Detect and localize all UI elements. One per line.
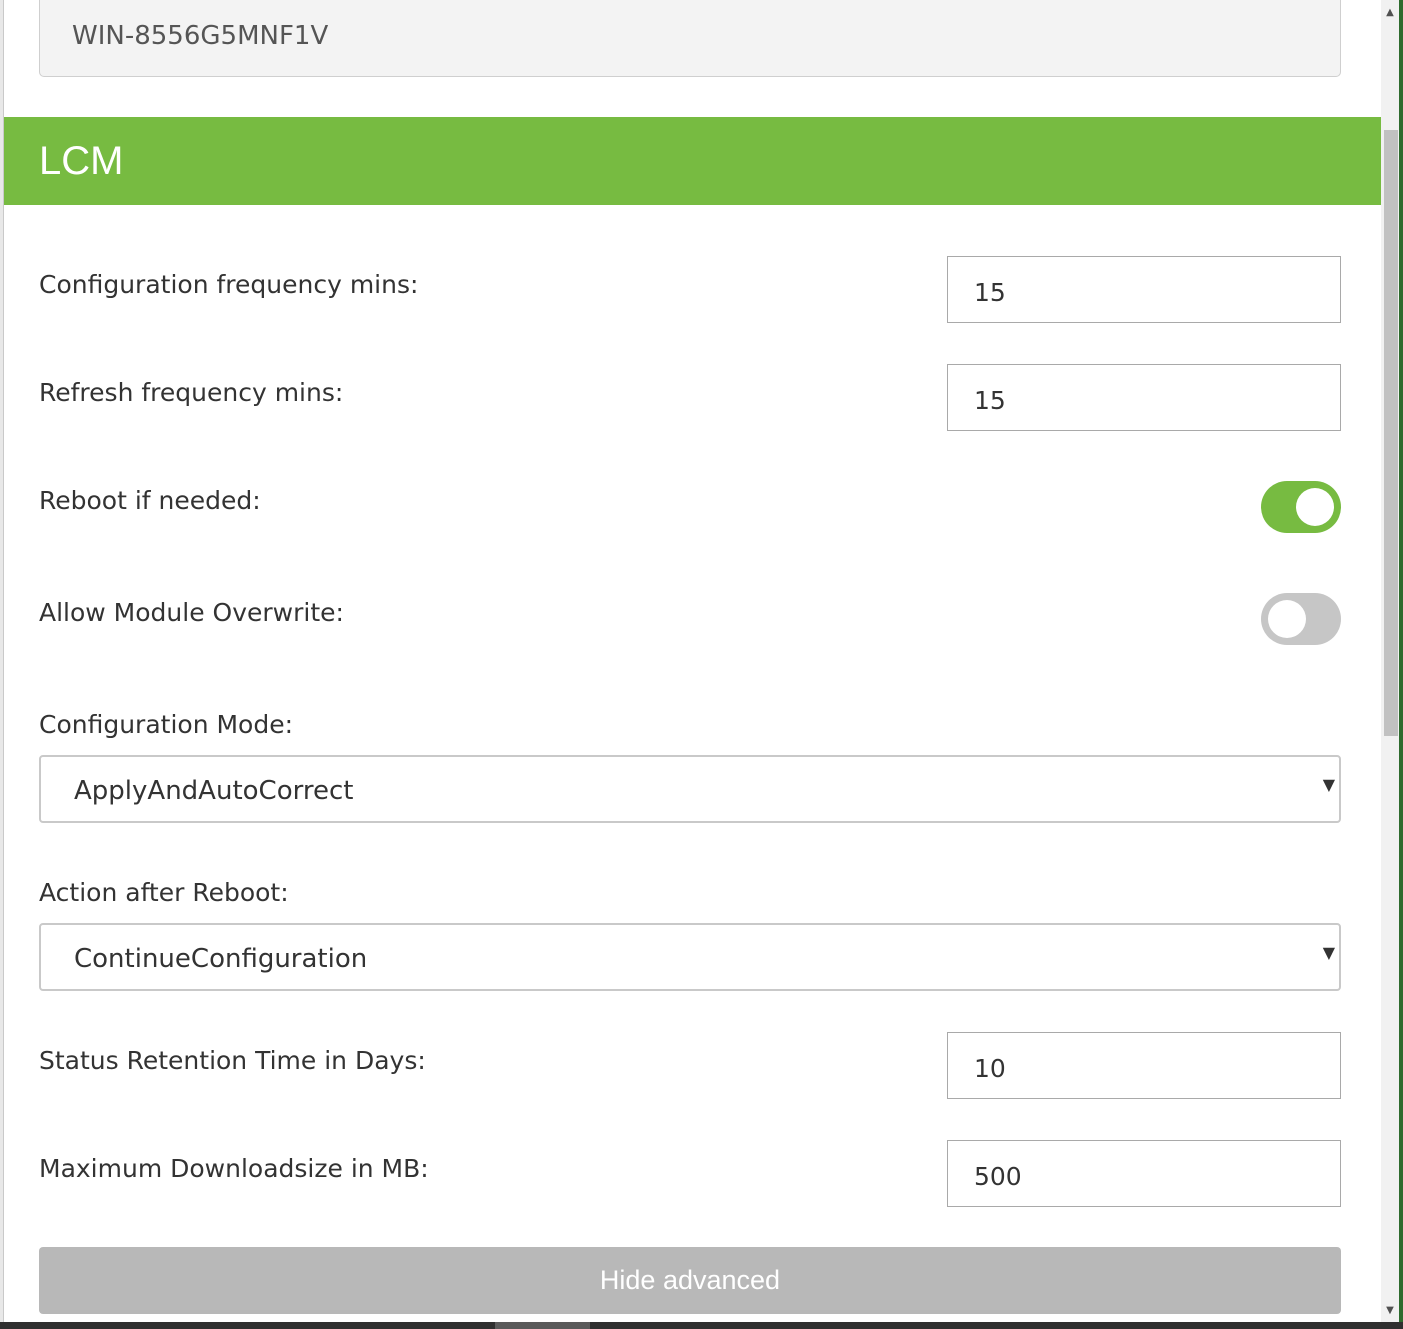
hostname-field[interactable]: WIN-8556G5MNF1V — [39, 0, 1341, 77]
hide-advanced-button[interactable]: Hide advanced — [39, 1247, 1341, 1314]
allow-module-overwrite-toggle[interactable] — [1261, 593, 1341, 645]
lcm-section-header: LCM — [4, 117, 1381, 205]
scrollbar-thumb[interactable] — [1384, 130, 1398, 736]
config-frequency-label: Configuration frequency mins: — [39, 270, 419, 299]
scroll-up-arrow-icon[interactable]: ▲ — [1381, 4, 1399, 22]
max-download-input[interactable] — [947, 1140, 1341, 1207]
window-bottom-edge — [0, 1322, 1403, 1329]
toggle-knob — [1268, 600, 1306, 638]
config-frequency-input[interactable] — [947, 256, 1341, 323]
max-download-label: Maximum Downloadsize in MB: — [39, 1154, 429, 1183]
scroll-down-arrow-icon[interactable]: ▼ — [1381, 1302, 1399, 1320]
bottom-edge-segment — [495, 1322, 590, 1329]
configuration-mode-label: Configuration Mode: — [39, 710, 294, 739]
vertical-scrollbar[interactable]: ▲ ▼ — [1381, 0, 1399, 1322]
reboot-if-needed-toggle[interactable] — [1261, 481, 1341, 533]
refresh-frequency-input[interactable] — [947, 364, 1341, 431]
status-retention-label: Status Retention Time in Days: — [39, 1046, 426, 1075]
action-after-reboot-select[interactable]: ContinueConfiguration ▼ — [39, 923, 1341, 991]
configuration-mode-select[interactable]: ApplyAndAutoCorrect ▼ — [39, 755, 1341, 823]
action-after-reboot-label: Action after Reboot: — [39, 878, 289, 907]
chevron-down-icon: ▼ — [1322, 943, 1335, 962]
status-retention-input[interactable] — [947, 1032, 1341, 1099]
configuration-mode-value: ApplyAndAutoCorrect — [74, 776, 354, 806]
chevron-down-icon: ▼ — [1322, 775, 1335, 794]
refresh-frequency-label: Refresh frequency mins: — [39, 378, 344, 407]
allow-module-overwrite-label: Allow Module Overwrite: — [39, 598, 344, 627]
action-after-reboot-value: ContinueConfiguration — [74, 944, 368, 974]
toggle-knob — [1296, 488, 1334, 526]
window-right-edge — [1399, 0, 1403, 1322]
reboot-if-needed-label: Reboot if needed: — [39, 486, 261, 515]
